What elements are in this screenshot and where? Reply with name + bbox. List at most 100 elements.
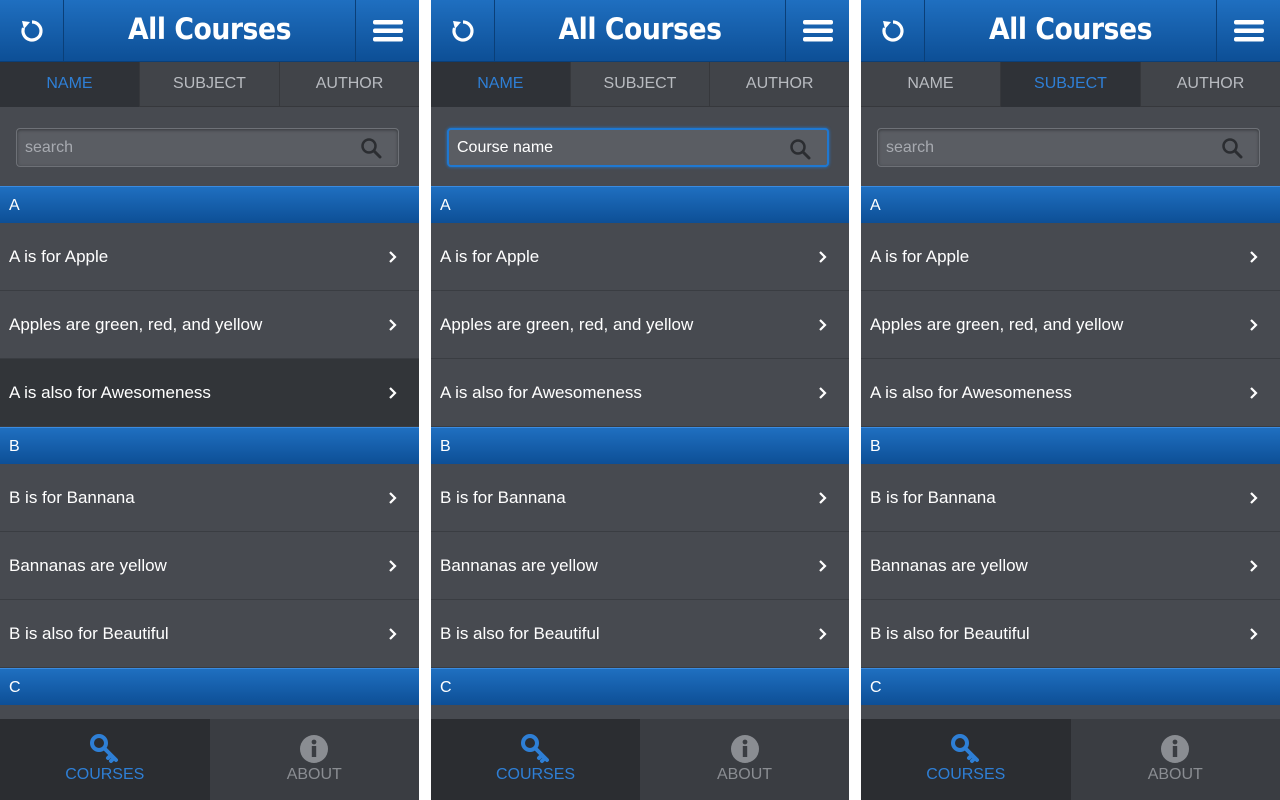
menu-button[interactable] [785, 0, 849, 62]
chevron-right-icon [389, 560, 397, 572]
list-item[interactable]: B is for Bannana [861, 464, 1280, 532]
search-bar [0, 107, 419, 186]
search-input[interactable] [886, 129, 1219, 166]
list-item-label: B is for Bannana [9, 488, 135, 507]
list-item[interactable]: Apples are green, red, and yellow [861, 291, 1280, 359]
bottom-tab-about[interactable]: ABOUT [640, 719, 849, 800]
menu-button[interactable] [1216, 0, 1280, 62]
list-item[interactable]: B is also for Beautiful [0, 600, 419, 668]
section-header-a: A [0, 186, 419, 223]
top-bar: All Courses [0, 0, 419, 62]
bottom-tab-about[interactable]: ABOUT [1071, 719, 1280, 800]
refresh-icon [451, 20, 474, 42]
list-item-label: Apples are green, red, and yellow [440, 315, 694, 334]
chevron-right-icon [389, 628, 397, 640]
search-box [16, 128, 399, 167]
chevron-right-icon [389, 319, 397, 331]
chevron-right-icon [819, 387, 827, 399]
list-item[interactable]: B is for Bannana [431, 464, 849, 532]
page-title: All Courses [127, 12, 292, 46]
refresh-button[interactable] [431, 0, 495, 62]
list-item[interactable]: A is also for Awesomeness [431, 359, 849, 427]
list-item-label: Apples are green, red, and yellow [9, 315, 263, 334]
tab-subject[interactable]: SUBJECT [1001, 62, 1141, 107]
page-title: All Courses [988, 12, 1153, 46]
list-item-label: B is for Bannana [870, 488, 996, 507]
list-item-label: B is for Bannana [440, 488, 566, 507]
app-screen-name-tab: All Courses NAME SUBJECT AUTHOR A A is f… [0, 0, 419, 800]
refresh-button[interactable] [0, 0, 64, 62]
bottom-tab-courses[interactable]: COURSES [431, 719, 640, 800]
tab-name[interactable]: NAME [431, 62, 571, 107]
course-list: A A is for Apple Apples are green, red, … [0, 186, 419, 705]
chevron-right-icon [819, 628, 827, 640]
tab-name[interactable]: NAME [0, 62, 140, 107]
list-item[interactable]: Bannanas are yellow [861, 532, 1280, 600]
refresh-button[interactable] [861, 0, 925, 62]
info-icon [1161, 735, 1190, 763]
list-item-label: A is also for Awesomeness [9, 383, 211, 402]
tab-name[interactable]: NAME [861, 62, 1001, 107]
list-item[interactable]: B is for Bannana [0, 464, 419, 532]
list-item[interactable]: B is also for Beautiful [861, 600, 1280, 668]
top-bar: All Courses [861, 0, 1280, 62]
refresh-icon [20, 20, 43, 42]
list-item[interactable]: A is for Apple [0, 223, 419, 291]
bottom-nav: COURSES ABOUT [0, 719, 419, 800]
list-item-label: A is for Apple [9, 247, 109, 266]
chevron-right-icon [819, 251, 827, 263]
list-item[interactable]: Apples are green, red, and yellow [0, 291, 419, 359]
search-icon[interactable] [1221, 137, 1243, 159]
bottom-tab-label: ABOUT [286, 766, 342, 783]
list-item[interactable]: A is for Apple [861, 223, 1280, 291]
search-input[interactable] [25, 129, 358, 166]
bottom-tab-courses[interactable]: COURSES [0, 719, 210, 800]
chevron-right-icon [819, 560, 827, 572]
course-list: A A is for Apple Apples are green, red, … [861, 186, 1280, 705]
list-item-label: A is for Apple [440, 247, 540, 266]
key-icon [89, 734, 118, 763]
info-icon [300, 735, 329, 763]
list-item-label: A is for Apple [870, 247, 970, 266]
key-icon [520, 734, 549, 763]
tab-subject[interactable]: SUBJECT [571, 62, 711, 107]
list-item-label: Bannanas are yellow [440, 556, 598, 575]
refresh-icon [881, 20, 904, 42]
sort-tabs: NAME SUBJECT AUTHOR [861, 62, 1280, 107]
menu-button[interactable] [355, 0, 419, 62]
list-item[interactable]: Bannanas are yellow [431, 532, 849, 600]
list-item-label: A is also for Awesomeness [870, 383, 1072, 402]
list-item-label: Apples are green, red, and yellow [870, 315, 1124, 334]
search-bar [861, 107, 1280, 186]
screens-container: All Courses NAME SUBJECT AUTHOR A A is f… [0, 0, 1280, 800]
list-item-label: B is also for Beautiful [9, 624, 169, 643]
chevron-right-icon [1250, 560, 1258, 572]
list-item[interactable]: Apples are green, red, and yellow [431, 291, 849, 359]
list-item[interactable]: A is for Apple [431, 223, 849, 291]
tab-subject[interactable]: SUBJECT [140, 62, 280, 107]
hamburger-menu-icon [372, 20, 403, 42]
list-item[interactable]: A is also for Awesomeness [0, 359, 419, 427]
list-item-label: Bannanas are yellow [9, 556, 167, 575]
bottom-tab-courses[interactable]: COURSES [861, 719, 1071, 800]
sort-tabs: NAME SUBJECT AUTHOR [431, 62, 849, 107]
bottom-tab-label: COURSES [495, 766, 576, 783]
bottom-tab-about[interactable]: ABOUT [210, 719, 420, 800]
chevron-right-icon [1250, 628, 1258, 640]
search-input[interactable] [457, 130, 787, 165]
tab-author[interactable]: AUTHOR [280, 62, 419, 107]
hamburger-menu-icon [802, 20, 833, 42]
search-icon[interactable] [360, 137, 382, 159]
list-item[interactable]: Bannanas are yellow [0, 532, 419, 600]
search-icon[interactable] [789, 138, 811, 160]
chevron-right-icon [389, 251, 397, 263]
bottom-nav: COURSES ABOUT [431, 719, 849, 800]
section-header-b: B [0, 427, 419, 464]
tab-author[interactable]: AUTHOR [710, 62, 849, 107]
sort-tabs: NAME SUBJECT AUTHOR [0, 62, 419, 107]
key-icon [950, 734, 979, 763]
tab-author[interactable]: AUTHOR [1141, 62, 1280, 107]
list-item[interactable]: B is also for Beautiful [431, 600, 849, 668]
list-item[interactable]: A is also for Awesomeness [861, 359, 1280, 427]
course-list: A A is for Apple Apples are green, red, … [431, 186, 849, 705]
